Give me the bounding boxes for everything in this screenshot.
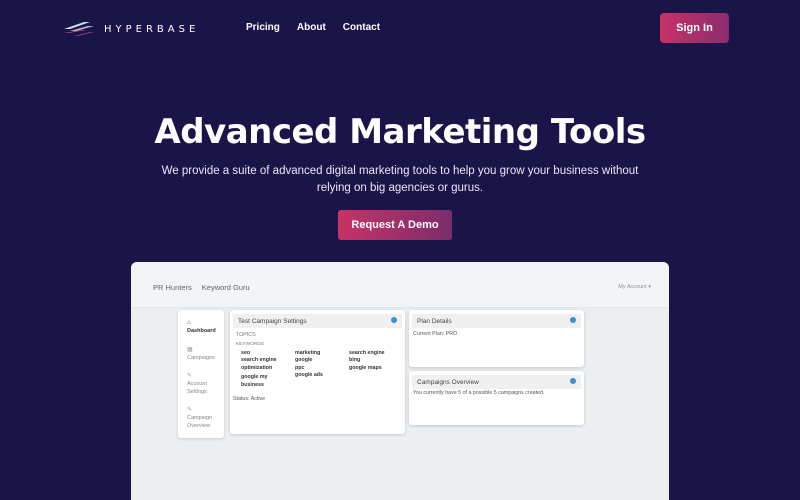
sidebar-item-label: Account Settings — [187, 381, 207, 395]
pencil-icon: ✎ — [187, 373, 193, 379]
sidebar-item-label: Campaign Overview — [187, 415, 213, 429]
app-topbar: PR Hunters Keyword Guru My Account ▾ — [131, 262, 669, 308]
status-text: Status: Active — [233, 396, 266, 402]
keyword-item: search engine optimization — [241, 357, 277, 371]
keyword-item: google — [295, 357, 313, 364]
gear-icon[interactable] — [570, 317, 576, 323]
my-account-menu[interactable]: My Account ▾ — [618, 284, 651, 290]
app-sidebar: ⌂ Dashboard ▦ Campaigns ✎ Account Settin… — [178, 310, 224, 438]
brand-name: HYPERBASE — [104, 23, 200, 35]
sidebar-item-label: Dashboard — [187, 328, 216, 335]
sidebar-item-dashboard[interactable]: ⌂ Dashboard — [187, 319, 216, 336]
main-nav: Pricing About Contact — [246, 22, 380, 33]
keyword-column: seo search engine optimization google my… — [241, 350, 285, 389]
nav-about[interactable]: About — [297, 22, 326, 33]
sidebar-item-campaign-overview[interactable]: ✎ Campaign Overview — [187, 406, 219, 430]
campaign-settings-card: Test Campaign Settings TOPICS KEYWORDS s… — [230, 310, 405, 434]
sidebar-item-campaigns[interactable]: ▦ Campaigns — [187, 346, 215, 363]
sign-in-button[interactable]: Sign In — [660, 13, 729, 43]
hero-subtitle: We provide a suite of advanced digital m… — [161, 165, 639, 195]
keyword-item: google maps — [349, 364, 382, 371]
sidebar-item-account-settings[interactable]: ✎ Account Settings — [187, 372, 219, 396]
keyword-column: search engine bing google maps — [349, 350, 393, 372]
campaigns-overview-card: Campaigns Overview You currently have 5 … — [409, 371, 584, 425]
home-icon: ⌂ — [187, 320, 191, 326]
card-title: Plan Details — [417, 318, 452, 325]
grid-icon: ▦ — [187, 347, 193, 353]
keyword-item: google ads — [295, 372, 323, 379]
card-header: Test Campaign Settings — [233, 314, 402, 328]
topics-label: TOPICS — [236, 332, 256, 338]
campaigns-count-text: You currently have 5 of a possible 5 cam… — [413, 390, 545, 396]
keyword-item: google my business — [241, 374, 268, 388]
keyword-item: marketing — [295, 350, 321, 356]
logo-mark-icon — [64, 22, 94, 36]
keywords-label: KEYWORDS — [236, 342, 264, 347]
request-demo-button[interactable]: Request A Demo — [338, 210, 452, 240]
keyword-item: search engine — [349, 350, 385, 356]
current-plan-text: Current Plan: PRO — [413, 331, 458, 337]
card-title: Test Campaign Settings — [238, 318, 307, 325]
plan-details-card: Plan Details Current Plan: PRO — [409, 310, 584, 367]
nav-contact[interactable]: Contact — [343, 22, 380, 33]
gear-icon[interactable] — [570, 378, 576, 384]
card-header: Campaigns Overview — [412, 375, 581, 389]
app-link-pr-hunters[interactable]: PR Hunters — [153, 283, 192, 292]
keyword-column: marketing google ppc google ads — [295, 350, 339, 380]
keyword-item: bing — [349, 357, 361, 364]
card-title: Campaigns Overview — [417, 379, 479, 386]
nav-pricing[interactable]: Pricing — [246, 22, 280, 33]
card-header: Plan Details — [412, 314, 581, 328]
sidebar-item-label: Campaigns — [187, 355, 215, 362]
brand-logo[interactable]: HYPERBASE — [62, 17, 202, 41]
keyword-item: ppc — [295, 364, 305, 371]
hero-title: Advanced Marketing Tools — [154, 112, 646, 152]
keyword-item: seo — [241, 350, 251, 356]
pencil-icon: ✎ — [187, 407, 193, 413]
product-screenshot: PR Hunters Keyword Guru My Account ▾ ⌂ D… — [131, 262, 669, 500]
app-link-keyword-guru[interactable]: Keyword Guru — [202, 283, 250, 292]
gear-icon[interactable] — [391, 317, 397, 323]
